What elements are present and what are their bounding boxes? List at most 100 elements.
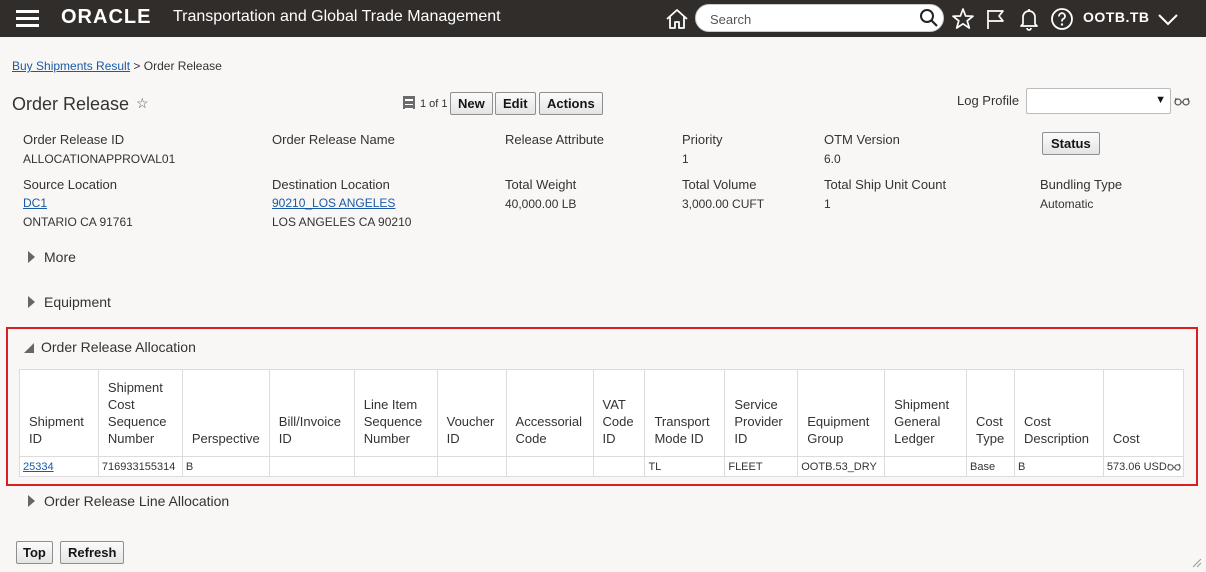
- top-button[interactable]: Top: [16, 541, 53, 564]
- search-input[interactable]: [710, 10, 910, 28]
- col-header[interactable]: Shipment General Ledger: [884, 369, 967, 457]
- total-weight-value: 40,000.00 LB: [505, 197, 577, 211]
- expand-triangle-icon: [28, 296, 35, 308]
- source-location-label: Source Location: [23, 177, 117, 192]
- cell-line-item-seq: [353, 456, 438, 477]
- notifications-bell-icon[interactable]: [1016, 6, 1042, 32]
- col-header[interactable]: VAT Code ID: [592, 369, 646, 457]
- section-more[interactable]: More: [28, 249, 76, 265]
- section-order-release-line-allocation-label: Order Release Line Allocation: [44, 493, 230, 509]
- total-ship-unit-count-label: Total Ship Unit Count: [824, 177, 947, 192]
- section-equipment-label: Equipment: [44, 294, 111, 310]
- home-icon[interactable]: [664, 6, 690, 32]
- otm-version-value: 6.0: [824, 152, 841, 166]
- cell-service-provider-id: FLEET: [724, 456, 799, 477]
- col-header[interactable]: Accessorial Code: [505, 369, 594, 457]
- col-header[interactable]: Voucher ID: [436, 369, 507, 457]
- col-header[interactable]: Bill/Invoice ID: [268, 369, 355, 457]
- col-header[interactable]: Cost Description: [1013, 369, 1104, 457]
- actions-button[interactable]: Actions: [539, 92, 603, 115]
- col-header[interactable]: Line Item Sequence Number: [353, 369, 438, 457]
- collapse-triangle-icon: [24, 343, 34, 353]
- bundling-type-label: Bundling Type: [1040, 177, 1123, 192]
- edit-button[interactable]: Edit: [495, 92, 536, 115]
- shipment-id-link[interactable]: 25334: [23, 461, 54, 473]
- new-button[interactable]: New: [450, 92, 493, 115]
- refresh-button[interactable]: Refresh: [60, 541, 125, 564]
- table-row: 25334 716933155314 B TL FLEET OOTB.53_DR…: [19, 456, 1185, 477]
- log-profile-select[interactable]: ▼: [1026, 88, 1171, 114]
- user-menu[interactable]: OOTB.TB: [1083, 9, 1150, 25]
- top-bar: ORACLE Transportation and Global Trade M…: [0, 0, 1206, 37]
- order-release-name-label: Order Release Name: [272, 132, 395, 147]
- total-weight-label: Total Weight: [505, 177, 577, 192]
- source-location-link[interactable]: DC1: [23, 196, 47, 210]
- cell-bill-invoice-id: [268, 456, 355, 477]
- col-header[interactable]: Transport Mode ID: [644, 369, 726, 457]
- section-more-label: More: [44, 249, 76, 265]
- col-header[interactable]: Shipment Cost Sequence Number: [97, 369, 183, 457]
- breadcrumb-current: Order Release: [143, 59, 222, 73]
- col-header[interactable]: Cost Type: [966, 369, 1015, 457]
- col-header[interactable]: Service Provider ID: [724, 369, 799, 457]
- chevron-down-icon[interactable]: [1155, 6, 1181, 32]
- col-header[interactable]: Perspective: [181, 369, 270, 457]
- cell-voucher-id: [436, 456, 507, 477]
- expand-triangle-icon: [28, 495, 35, 507]
- section-order-release-allocation-label: Order Release Allocation: [41, 339, 196, 355]
- cell-transport-mode-id: TL: [644, 456, 726, 477]
- section-equipment[interactable]: Equipment: [28, 294, 111, 310]
- cell-perspective: B: [181, 456, 270, 477]
- cell-cost-description: B: [1013, 456, 1104, 477]
- total-volume-label: Total Volume: [682, 177, 757, 192]
- cell-cost-seq: 716933155314: [97, 456, 183, 477]
- breadcrumb-buy-shipments-result[interactable]: Buy Shipments Result: [12, 59, 130, 73]
- col-header[interactable]: Shipment ID: [19, 369, 99, 457]
- status-button[interactable]: Status: [1042, 132, 1100, 155]
- favorite-star-icon[interactable]: ☆: [136, 95, 149, 112]
- section-order-release-allocation[interactable]: Order Release Allocation: [23, 339, 196, 355]
- oracle-logo: ORACLE: [61, 6, 152, 28]
- priority-value: 1: [682, 152, 689, 166]
- release-attribute-label: Release Attribute: [505, 132, 605, 147]
- source-location-address: ONTARIO CA 91761: [23, 215, 133, 229]
- help-icon[interactable]: [1049, 6, 1075, 32]
- pager-text: 1 of 1: [420, 98, 448, 110]
- bundling-type-value: Automatic: [1040, 197, 1094, 211]
- cell-cost: 573.06 USD: [1102, 456, 1185, 477]
- cell-vat-code-id: [592, 456, 646, 477]
- expand-triangle-icon: [28, 251, 35, 263]
- breadcrumb-separator: >: [133, 59, 141, 73]
- glasses-icon[interactable]: [1174, 96, 1190, 106]
- destination-location-label: Destination Location: [272, 177, 390, 192]
- search-icon[interactable]: [919, 8, 939, 28]
- destination-location-link[interactable]: 90210_LOS ANGELES: [272, 196, 395, 210]
- destination-location-address: LOS ANGELES CA 90210: [272, 215, 412, 229]
- total-ship-unit-count-value: 1: [824, 197, 831, 211]
- cell-shipment-id: 25334: [19, 456, 99, 477]
- otm-version-label: OTM Version: [824, 132, 900, 147]
- resize-grip-icon[interactable]: [1190, 556, 1202, 568]
- table-header-row: Shipment ID Shipment Cost Sequence Numbe…: [19, 369, 1185, 457]
- chevron-down-icon: ▼: [1155, 94, 1166, 106]
- breadcrumb: Buy Shipments Result > Order Release: [12, 59, 222, 73]
- total-volume-value: 3,000.00 CUFT: [682, 197, 765, 211]
- search-box: [695, 4, 944, 32]
- record-list-icon[interactable]: [403, 96, 415, 110]
- col-header[interactable]: Cost: [1102, 369, 1185, 457]
- cell-cost-type: Base: [966, 456, 1015, 477]
- favorites-star-icon[interactable]: [950, 6, 976, 32]
- cost-value: 573.06 USD: [1106, 460, 1167, 473]
- log-profile-label: Log Profile: [957, 93, 1020, 108]
- order-release-id-value: ALLOCATIONAPPROVAL01: [23, 152, 176, 166]
- col-header[interactable]: Equipment Group: [797, 369, 886, 457]
- app-title: Transportation and Global Trade Manageme…: [173, 8, 501, 25]
- hamburger-menu-icon[interactable]: [16, 10, 39, 27]
- glasses-icon[interactable]: [1167, 462, 1181, 471]
- page-title: Order Release: [12, 94, 130, 114]
- order-release-id-label: Order Release ID: [23, 132, 125, 147]
- section-order-release-line-allocation[interactable]: Order Release Line Allocation: [28, 493, 229, 509]
- flag-icon[interactable]: [983, 6, 1009, 32]
- cell-accessorial-code: [505, 456, 594, 477]
- cell-shipment-gl: [884, 456, 967, 477]
